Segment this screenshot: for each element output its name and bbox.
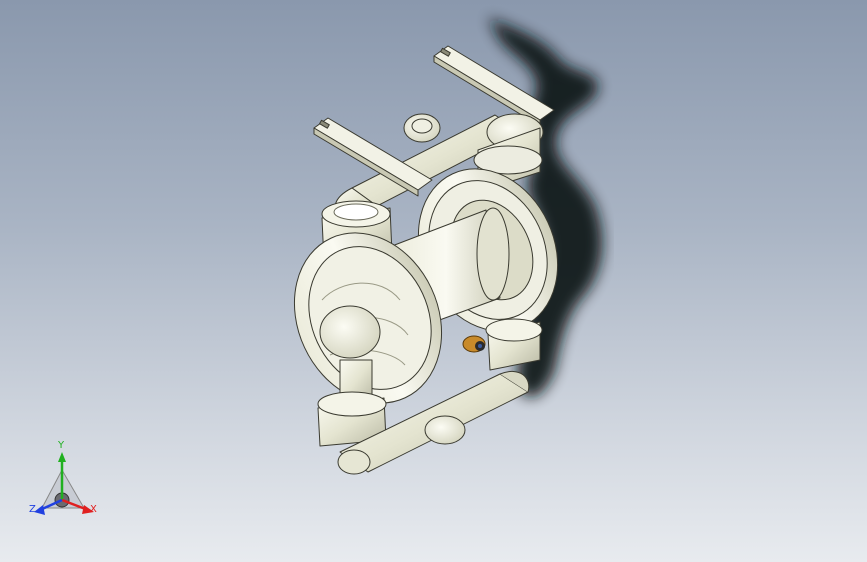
graphics-viewport[interactable]: Y X Z bbox=[0, 0, 867, 562]
pump-assembly[interactable] bbox=[267, 45, 583, 475]
triad-label-y: Y bbox=[58, 440, 65, 451]
triad-label-x: X bbox=[90, 504, 97, 515]
bottom-port bbox=[424, 415, 466, 445]
left-cap bbox=[319, 305, 381, 359]
model-view[interactable] bbox=[0, 0, 867, 562]
coordinate-triad bbox=[34, 452, 94, 515]
brass-air-fitting-icon[interactable] bbox=[462, 335, 486, 353]
triad-label-z: Z bbox=[29, 504, 36, 515]
